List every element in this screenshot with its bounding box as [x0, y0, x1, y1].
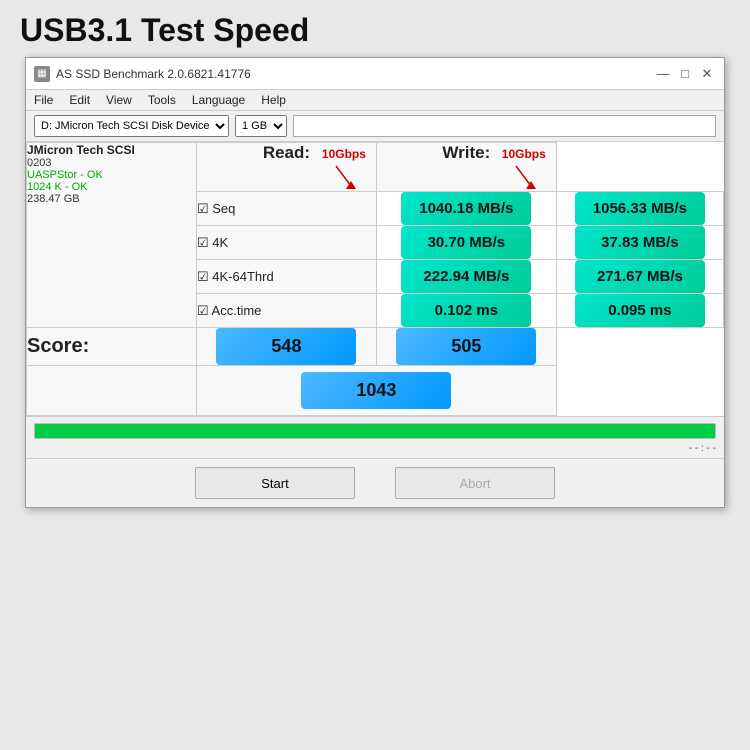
write-annotation: 10Gbps: [502, 147, 546, 161]
menu-language[interactable]: Language: [192, 93, 245, 107]
score-read: 548: [216, 328, 356, 365]
header-row: JMicron Tech SCSI 0203 UASPStor - OK 102…: [27, 143, 724, 192]
progress-bar-bg: [34, 423, 716, 439]
menu-edit[interactable]: Edit: [69, 93, 90, 107]
abort-button[interactable]: Abort: [395, 467, 555, 499]
close-button[interactable]: ✕: [698, 65, 716, 83]
write-arrow-icon: [506, 161, 546, 191]
menubar: File Edit View Tools Language Help: [26, 90, 724, 111]
device-status1: UASPStor - OK: [27, 169, 196, 181]
score-write: 505: [396, 328, 536, 365]
menu-tools[interactable]: Tools: [148, 93, 176, 107]
menu-help[interactable]: Help: [261, 93, 286, 107]
window: ▦ AS SSD Benchmark 2.0.6821.41776 — □ ✕ …: [25, 57, 725, 508]
acctime-read: 0.102 ms: [401, 294, 531, 327]
score-row: Score: 548 505: [27, 328, 724, 366]
progress-time: - - : - -: [34, 443, 716, 454]
button-row: Start Abort: [26, 458, 724, 507]
seq-write: 1056.33 MB/s: [575, 192, 705, 225]
menu-view[interactable]: View: [106, 93, 132, 107]
maximize-button[interactable]: □: [676, 65, 694, 83]
4k-read: 30.70 MB/s: [401, 226, 531, 259]
read-arrow-icon: [326, 161, 366, 191]
score-total: 1043: [301, 372, 451, 409]
4k64-write: 271.67 MB/s: [575, 260, 705, 293]
window-title: AS SSD Benchmark 2.0.6821.41776: [56, 67, 251, 81]
page-title: USB3.1 Test Speed: [0, 0, 309, 57]
minimize-button[interactable]: —: [654, 65, 672, 83]
progress-bar-fill: [35, 424, 715, 438]
main-content: JMicron Tech SCSI 0203 UASPStor - OK 102…: [26, 142, 724, 416]
toolbar: D: JMicron Tech SCSI Disk Device 1 GB: [26, 111, 724, 142]
text-input: [293, 115, 716, 137]
device-status2: 1024 K - OK: [27, 181, 196, 193]
titlebar: ▦ AS SSD Benchmark 2.0.6821.41776 — □ ✕: [26, 58, 724, 90]
size-select[interactable]: 1 GB: [235, 115, 287, 137]
4k-write: 37.83 MB/s: [575, 226, 705, 259]
menu-file[interactable]: File: [34, 93, 53, 107]
total-score-row: 1043: [27, 366, 724, 416]
device-name: JMicron Tech SCSI: [27, 143, 196, 157]
device-size: 238.47 GB: [27, 193, 196, 205]
seq-read: 1040.18 MB/s: [401, 192, 531, 225]
device-id: 0203: [27, 157, 196, 169]
read-annotation: 10Gbps: [322, 147, 366, 161]
write-header: Write:: [442, 143, 490, 162]
progress-area: - - : - -: [26, 416, 724, 458]
acctime-write: 0.095 ms: [575, 294, 705, 327]
app-icon: ▦: [34, 66, 50, 82]
start-button[interactable]: Start: [195, 467, 355, 499]
drive-select[interactable]: D: JMicron Tech SCSI Disk Device: [34, 115, 229, 137]
read-header: Read:: [263, 143, 310, 162]
4k64-read: 222.94 MB/s: [401, 260, 531, 293]
